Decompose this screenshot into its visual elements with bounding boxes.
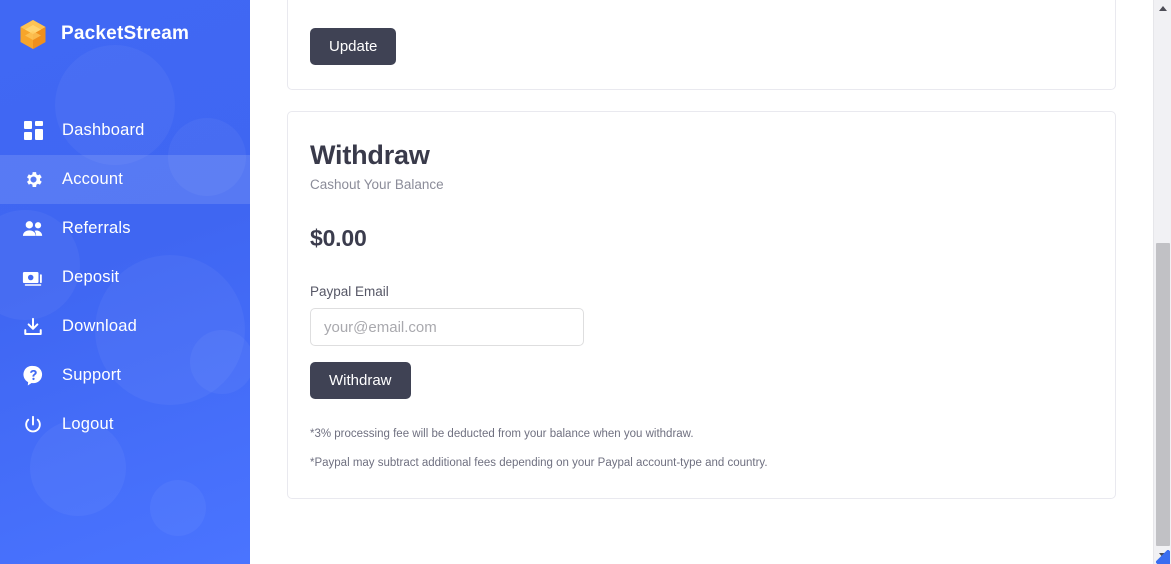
withdraw-submit-button[interactable]: Withdraw [310,362,411,400]
sidebar-item-label: Deposit [62,268,120,286]
paypal-email-input[interactable] [310,308,584,347]
sidebar-item-label: Account [62,170,124,188]
card-subtitle: Cashout Your Balance [310,177,444,193]
processing-fee-note: *3% processing fee will be deducted from… [310,428,694,441]
sidebar-item-logout[interactable]: Logout [0,400,250,449]
sidebar-nav: Dashboard Account Referrals Deposit Down… [0,106,250,449]
people-icon [20,217,46,241]
dashboard-grid-icon [20,119,46,143]
sidebar-item-referrals[interactable]: Referrals [0,204,250,253]
scrollbar-thumb[interactable] [1156,243,1170,546]
cash-icon [20,266,46,290]
paypal-fee-note: *Paypal may subtract additional fees dep… [310,456,768,469]
page-title: Withdraw [310,140,430,170]
sidebar-item-download[interactable]: Download [0,302,250,351]
sidebar-item-account[interactable]: Account [0,155,250,204]
app-window: PacketStream Dashboard Account Referrals… [0,0,1171,564]
sidebar-item-label: Logout [62,415,114,433]
brand-logo[interactable]: PacketStream [0,0,250,68]
download-icon [20,315,46,339]
balance-amount: $0.00 [310,225,367,252]
update-button[interactable]: Update [310,27,397,65]
decorative-circle [150,480,206,536]
paypal-email-label: Paypal Email [310,284,389,300]
content-scroll-area: Update Withdraw Cashout Your Balance $0.… [287,0,1116,499]
sidebar-item-deposit[interactable]: Deposit [0,253,250,302]
scroll-up-arrow-icon[interactable] [1154,0,1171,17]
power-icon [20,413,46,437]
brand-name: PacketStream [61,23,190,44]
main-content: Update Withdraw Cashout Your Balance $0.… [250,0,1153,564]
withdraw-card: Withdraw Cashout Your Balance $0.00 Payp… [287,111,1116,499]
sidebar-item-label: Download [62,317,137,335]
cube-logo-icon [19,19,47,50]
sidebar-item-label: Dashboard [62,121,145,139]
vertical-scrollbar[interactable] [1153,0,1171,564]
window-resize-grip[interactable] [1156,550,1170,564]
help-question-icon [20,364,46,388]
sidebar-item-label: Support [62,366,122,384]
settings-card: Update [287,0,1116,90]
paypal-email-field-group: Paypal Email [310,284,1093,347]
sidebar-item-support[interactable]: Support [0,351,250,400]
sidebar-item-dashboard[interactable]: Dashboard [0,106,250,155]
sidebar-item-label: Referrals [62,219,131,237]
gear-icon [20,168,46,192]
sidebar: PacketStream Dashboard Account Referrals… [0,0,250,564]
